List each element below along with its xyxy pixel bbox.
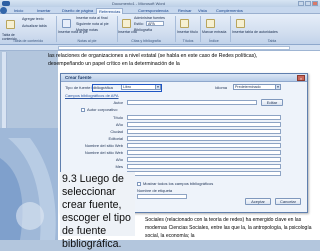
corporate-author-checkbox[interactable]	[81, 108, 85, 112]
bibliography-button[interactable]: Bibliografía	[134, 28, 152, 32]
group-separator	[230, 16, 231, 42]
field-label: Nombre del sitio Web	[84, 150, 123, 155]
window-title: Documento1 - Microsoft Word	[112, 1, 166, 6]
field-input[interactable]	[127, 157, 281, 162]
slide-caption: 9.3 Luego de seleccionar crear fuente, e…	[60, 172, 135, 250]
quick-access-toolbar[interactable]	[2, 1, 10, 6]
maximize-button[interactable]	[305, 1, 311, 6]
show-notes-button[interactable]: Mostrar notas	[76, 28, 98, 32]
corporate-author-label: Autor corporativo	[87, 107, 118, 112]
captions-group-label: Títulos	[182, 39, 194, 43]
table-authorities-group-label: Tabla	[267, 39, 277, 43]
ribbon: Tabla de contenido Agregar texto Actuali…	[0, 14, 320, 45]
field-input[interactable]	[127, 122, 281, 127]
citations-group-label: Citas y bibliografía	[131, 39, 161, 43]
insert-table-authorities-button[interactable]: Insertar tabla de autoridades	[232, 30, 278, 34]
ok-button[interactable]: Aceptar	[245, 198, 271, 205]
tag-name-label: Nombre de etiqueta	[137, 188, 173, 193]
field-label: Nombre del sitio Web	[84, 143, 123, 148]
apa-fields-label: Campos bibliográficos de APA	[65, 93, 119, 98]
field-label: Mes	[115, 164, 123, 169]
show-all-fields-label: Mostrar todos los campos bibliográficos	[143, 181, 214, 186]
tag-name-input[interactable]	[137, 194, 187, 199]
cancel-button[interactable]: Cancelar	[275, 198, 301, 205]
next-footnote-button[interactable]: Siguiente nota al pie	[76, 22, 109, 26]
footnote-icon[interactable]	[62, 19, 71, 28]
dialog-title: Crear fuente	[61, 74, 307, 82]
ribbon-tabs: Inicio Insertar Diseño de página Referen…	[0, 7, 320, 14]
table-authorities-icon[interactable]	[236, 19, 245, 28]
style-select[interactable]: APA	[146, 21, 164, 26]
field-input[interactable]	[127, 164, 281, 169]
field-input[interactable]	[127, 129, 281, 134]
index-group-label: Índice	[209, 39, 219, 43]
office-button[interactable]	[0, 7, 7, 14]
show-all-fields-checkbox[interactable]	[137, 182, 141, 186]
field-input[interactable]	[127, 150, 281, 155]
minimize-button[interactable]	[298, 1, 304, 6]
source-type-highlight	[92, 84, 162, 92]
author-label: Autor	[113, 100, 123, 105]
field-input[interactable]	[127, 136, 281, 141]
update-table-button[interactable]: Actualizar tabla	[22, 24, 47, 28]
toc-icon[interactable]	[6, 20, 15, 29]
edit-author-button[interactable]: Editar	[261, 99, 283, 106]
title-bar: Documento1 - Microsoft Word	[0, 0, 320, 7]
group-separator	[175, 16, 176, 42]
field-label: Editorial	[108, 136, 123, 141]
citation-icon[interactable]	[122, 19, 131, 28]
style-label: Estilo:	[134, 22, 144, 26]
field-label: Ciudad	[110, 129, 123, 134]
author-input[interactable]	[127, 100, 257, 105]
insert-caption-button[interactable]: Insertar título	[177, 30, 198, 34]
mark-entry-button[interactable]: Marcar entrada	[202, 30, 226, 34]
field-input[interactable]	[127, 171, 281, 176]
document-paragraph-2: Sociales (relacionado con la teoría de r…	[145, 217, 312, 239]
language-label: Idioma	[215, 85, 228, 90]
chevron-down-icon[interactable]: ▼	[275, 85, 280, 89]
group-separator	[200, 16, 201, 42]
dialog-close-button[interactable]: ×	[297, 75, 305, 81]
footnotes-group-label: Notas al pie	[77, 39, 97, 43]
field-input[interactable]	[127, 143, 281, 148]
toc-group-label: Tabla de contenido	[12, 39, 44, 43]
group-separator	[56, 16, 57, 42]
manage-sources-button[interactable]: Administrar fuentes	[134, 16, 165, 20]
field-label: Año	[115, 122, 123, 127]
add-text-button[interactable]: Agregar texto	[22, 17, 44, 21]
document-paragraph-1: las relaciones de organizaciones a nivel…	[48, 53, 258, 67]
caption-icon[interactable]	[180, 19, 189, 28]
insert-endnote-button[interactable]: Insertar nota al final	[76, 16, 108, 20]
field-label: Año	[115, 157, 123, 162]
language-value: Predeterminado	[235, 85, 261, 89]
slide-decoration	[0, 128, 60, 240]
close-window-button[interactable]	[312, 1, 318, 6]
field-label: Título	[112, 115, 123, 120]
field-input[interactable]	[127, 115, 281, 120]
mark-entry-icon[interactable]	[206, 19, 215, 28]
language-select[interactable]: Predeterminado ▼	[233, 84, 281, 90]
